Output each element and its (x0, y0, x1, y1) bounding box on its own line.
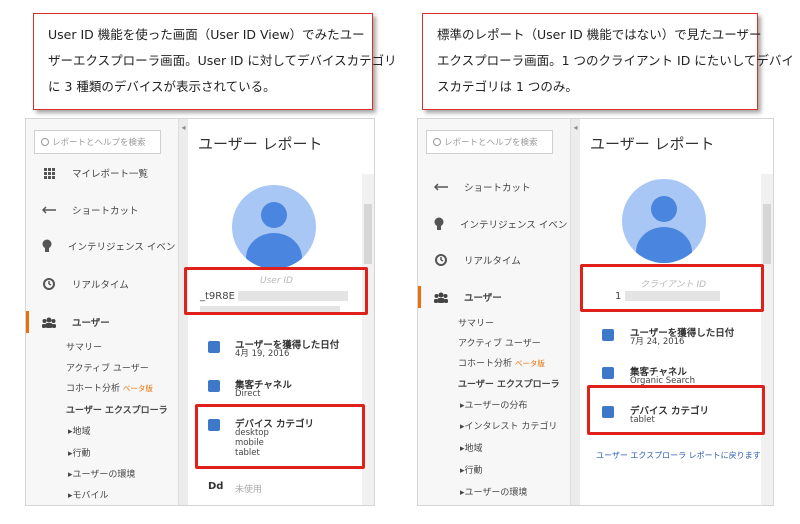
sidebar-sub-active-users[interactable]: アクティブ ユーザー (66, 361, 149, 374)
bar-chart-icon (602, 367, 614, 379)
sidebar-sub-summary[interactable]: サマリー (458, 316, 494, 329)
callout-line: User ID 機能を使った画面（User ID View）でみたユー (48, 27, 365, 42)
sidebar-sub-interests[interactable]: ▸インタレスト カテゴリ (460, 419, 557, 432)
users-icon (434, 290, 448, 304)
sidebar-sub-behavior[interactable]: ▸行動 (68, 446, 91, 459)
callout-line: ザーエクスプローラ画面。User ID に対してデバイスカテゴリ (48, 53, 397, 68)
beta-badge: ベータ版 (122, 384, 153, 393)
callout-line: 標準のレポート（User ID 機能ではない）で見たユーザー (437, 27, 762, 42)
callout-left: User ID 機能を使った画面（User ID View）でみたユー ザーエク… (33, 13, 397, 110)
users-icon (42, 315, 56, 329)
sidebar-sub-summary[interactable]: サマリー (66, 340, 102, 353)
sidebar-sub-cohort[interactable]: コホート分析 ベータ版 (458, 356, 545, 369)
shortcut-arrow-icon (42, 203, 56, 217)
sidebar-sub-active-users[interactable]: アクティブ ユーザー (458, 336, 541, 349)
sidebar-sub-cohort[interactable]: コホート分析 ベータ版 (66, 381, 153, 394)
shortcut-arrow-icon (434, 180, 448, 194)
sidebar-sub-user-explorer[interactable]: ユーザー エクスプローラ (66, 403, 168, 416)
page-title: ユーザー レポート (590, 135, 715, 153)
sidebar-sub-user-explorer[interactable]: ユーザー エクスプローラ (458, 377, 560, 390)
sidebar-item-shortcuts[interactable]: ショートカット (418, 176, 558, 198)
clock-icon (42, 277, 56, 291)
dd-value: 未使用 (235, 485, 263, 495)
highlight-box-device-category (195, 404, 365, 469)
avatar (622, 179, 706, 263)
sidebar-item-realtime[interactable]: リアルタイム (418, 249, 558, 271)
lightbulb-icon (42, 239, 52, 253)
callout-line: スカテゴリは 1 つのみ。 (437, 79, 578, 94)
highlight-box-user-id (184, 267, 368, 315)
sidebar: レポートとヘルプを検索 マイレポート一覧 ショートカット インテリジェンス イベ… (26, 119, 185, 505)
search-icon (41, 138, 49, 146)
search-icon (433, 138, 441, 146)
main-content: ユーザー レポート クライアント ID 1 ユーザーを獲得した日付 7月 24,… (580, 119, 773, 505)
sidebar-item-realtime[interactable]: リアルタイム (26, 273, 166, 295)
highlight-box-client-id (580, 264, 764, 312)
sidebar-sub-mobile[interactable]: ▸モバイル (68, 488, 109, 501)
search-input[interactable]: レポートとヘルプを検索 (34, 130, 161, 154)
scrollbar[interactable] (761, 174, 773, 505)
sidebar-sub-behavior[interactable]: ▸行動 (460, 463, 483, 476)
channel-value: Direct (235, 389, 261, 399)
sidebar-item-intelligence[interactable]: インテリジェンス イベント (26, 235, 185, 257)
sidebar: レポートとヘルプを検索 ショートカット インテリジェンス イベント リアルタイム… (418, 119, 577, 505)
acquired-date-value: 4月 19, 2016 (235, 349, 290, 359)
clock-icon (434, 253, 448, 267)
bar-chart-icon (208, 380, 220, 392)
callout-line: エクスプローラ画面。1 つのクライアント ID にたいしてデバイ (437, 53, 794, 68)
highlight-box-device-category (587, 385, 765, 435)
sidebar-item-my-reports[interactable]: マイレポート一覧 (26, 162, 166, 184)
avatar (232, 185, 316, 269)
page-title: ユーザー レポート (198, 135, 323, 153)
sidebar-sub-geo[interactable]: ▸地域 (460, 441, 483, 454)
acquired-date-value: 7月 24, 2016 (630, 337, 685, 347)
callout-right: 標準のレポート（User ID 機能ではない）で見たユーザー エクスプローラ画面… (422, 13, 794, 110)
sidebar-sub-technology[interactable]: ▸ユーザーの環境 (68, 467, 135, 480)
beta-badge: ベータ版 (514, 359, 545, 368)
search-input[interactable]: レポートとヘルプを検索 (426, 130, 553, 154)
sidebar-item-users[interactable]: ユーザー (418, 286, 558, 308)
sidebar-item-intelligence[interactable]: インテリジェンス イベント (418, 213, 577, 235)
sidebar-item-shortcuts[interactable]: ショートカット (26, 199, 166, 221)
lightbulb-icon (434, 217, 444, 231)
calendar-icon (208, 341, 220, 353)
right-screenshot-panel: レポートとヘルプを検索 ショートカット インテリジェンス イベント リアルタイム… (417, 118, 774, 506)
sidebar-item-users[interactable]: ユーザー (26, 311, 166, 333)
sidebar-collapse-handle[interactable]: ◂ (570, 119, 580, 505)
back-to-user-explorer-link[interactable]: ユーザー エクスプローラ レポートに戻ります (596, 450, 761, 461)
sidebar-sub-technology[interactable]: ▸ユーザーの環境 (460, 485, 527, 498)
sidebar-sub-geo[interactable]: ▸地域 (68, 424, 91, 437)
grid-icon (42, 166, 56, 180)
dd-label: Dd (208, 481, 224, 492)
calendar-icon (602, 329, 614, 341)
sidebar-sub-demographics[interactable]: ▸ユーザーの分布 (460, 398, 527, 411)
callout-line: に 3 種類のデバイスが表示されている。 (48, 79, 276, 94)
